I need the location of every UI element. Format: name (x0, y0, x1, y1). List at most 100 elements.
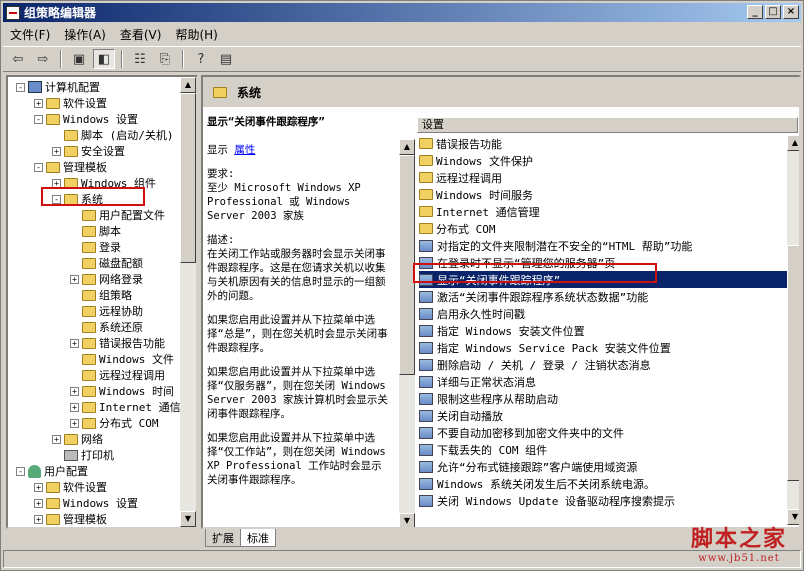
tree-node[interactable]: 打印机 (52, 447, 114, 463)
list-item[interactable]: 限制这些程序从帮助启动 (419, 390, 789, 407)
list-scrollbar[interactable]: ▲ ▼ (787, 135, 799, 525)
expand-icon[interactable]: + (34, 482, 43, 492)
tree-node[interactable]: 组策略 (70, 287, 132, 303)
expand-icon[interactable]: + (52, 178, 61, 188)
expand-icon[interactable]: + (70, 274, 79, 284)
tree-node[interactable]: - 用户配置 (16, 463, 88, 479)
list-item[interactable]: 显示“关闭事件跟踪程序” (419, 271, 789, 288)
tree-node[interactable]: 系统还原 (70, 319, 143, 335)
scroll-thumb[interactable] (399, 155, 415, 375)
tree-node[interactable]: + 软件设置 (34, 479, 107, 495)
export-list-icon[interactable]: ⎘ (154, 49, 176, 69)
show-hide-tree-icon[interactable]: ◧ (93, 49, 115, 69)
tree-node[interactable]: + 软件设置 (34, 95, 107, 111)
forward-icon[interactable]: ⇨ (32, 49, 54, 69)
scroll-thumb[interactable] (180, 93, 196, 263)
list-item[interactable]: 在登录时不显示“管理您的服务器”页 (419, 254, 789, 271)
scroll-up-icon[interactable]: ▲ (399, 139, 415, 155)
list-item[interactable]: Windows 文件保护 (419, 152, 789, 169)
tab-standard[interactable]: 标准 (240, 529, 276, 547)
tree-scrollbar[interactable]: ▲ ▼ (180, 77, 196, 527)
maximize-button[interactable]: □ (765, 5, 781, 19)
minimize-button[interactable]: _ (747, 5, 763, 19)
expand-icon[interactable]: + (70, 418, 79, 428)
list-item[interactable]: Windows 时间服务 (419, 186, 789, 203)
console-icon[interactable]: ▤ (215, 49, 237, 69)
list-item[interactable]: 启用永久性时间戳 (419, 305, 789, 322)
collapse-icon[interactable]: - (16, 82, 25, 92)
tree-node[interactable]: Windows 文件 (70, 351, 174, 367)
menu-action[interactable]: 操作(A) (57, 26, 113, 43)
tree-node[interactable]: - 系统 (52, 191, 103, 207)
scroll-up-icon[interactable]: ▲ (180, 77, 196, 93)
list-item[interactable]: 对指定的文件夹限制潜在不安全的“HTML 帮助”功能 (419, 237, 789, 254)
list-item[interactable]: 下载丢失的 COM 组件 (419, 441, 789, 458)
close-button[interactable]: × (783, 5, 799, 19)
menu-help[interactable]: 帮助(H) (168, 26, 224, 43)
scroll-down-icon[interactable]: ▼ (399, 513, 415, 527)
list-item[interactable]: 激活“关闭事件跟踪程序系统状态数据”功能 (419, 288, 789, 305)
scroll-down-icon[interactable]: ▼ (787, 509, 799, 525)
list-item[interactable]: 关闭 Windows Update 设备驱动程序搜索提示 (419, 492, 789, 509)
collapse-icon[interactable]: - (52, 194, 61, 204)
list-item[interactable]: 分布式 COM (419, 220, 789, 237)
tree-node[interactable]: + 管理模板 (34, 511, 107, 527)
expand-icon[interactable]: + (34, 514, 43, 524)
menu-file[interactable]: 文件(F) (3, 26, 57, 43)
tree-node[interactable]: + Windows 时间 (70, 383, 174, 399)
up-folder-icon[interactable]: ▣ (68, 49, 90, 69)
expand-icon[interactable]: + (70, 402, 79, 412)
list-item[interactable]: Windows 系统关闭发生后不关闭系统电源。 (419, 475, 789, 492)
tree-node[interactable]: - 计算机配置 (16, 79, 100, 95)
tab-extended[interactable]: 扩展 (205, 529, 241, 547)
tree-node[interactable]: + Windows 设置 (34, 495, 138, 511)
tree-node[interactable]: 远程过程调用 (70, 367, 165, 383)
list-item[interactable]: Internet 通信管理 (419, 203, 789, 220)
collapse-icon[interactable]: - (34, 162, 43, 172)
expand-icon[interactable]: + (52, 146, 61, 156)
tree-node[interactable]: - Windows 设置 (34, 111, 138, 127)
tree-node[interactable]: 脚本 (70, 223, 121, 239)
tree-node[interactable]: + 错误报告功能 (70, 335, 165, 351)
scroll-down-icon[interactable]: ▼ (180, 511, 196, 527)
tree-node[interactable]: + Windows 组件 (52, 175, 156, 191)
tree-node[interactable]: 登录 (70, 239, 121, 255)
list-item[interactable]: 关闭自动播放 (419, 407, 789, 424)
collapse-icon[interactable]: - (34, 114, 43, 124)
tree-node[interactable]: + 分布式 COM (70, 415, 159, 431)
scroll-up-icon[interactable]: ▲ (787, 135, 799, 151)
expand-icon[interactable]: + (52, 434, 61, 444)
list-item[interactable]: 错误报告功能 (419, 135, 789, 152)
list-item[interactable]: 指定 Windows Service Pack 安装文件位置 (419, 339, 789, 356)
expand-icon[interactable]: + (34, 498, 43, 508)
expand-icon[interactable]: + (34, 98, 43, 108)
list-item[interactable]: 允许“分布式链接跟踪”客户端使用域资源 (419, 458, 789, 475)
tree-node[interactable]: 脚本 (启动/关机) (52, 127, 174, 143)
tree-node[interactable]: 用户配置文件 (70, 207, 165, 223)
properties-icon[interactable]: ☷ (129, 49, 151, 69)
expand-icon[interactable]: + (70, 338, 79, 348)
help-icon[interactable]: ? (190, 49, 212, 69)
tree-node[interactable]: 远程协助 (70, 303, 143, 319)
list-item[interactable]: 不要自动加密移到加密文件夹中的文件 (419, 424, 789, 441)
list-item[interactable]: 远程过程调用 (419, 169, 789, 186)
properties-link[interactable]: 属性 (234, 144, 255, 156)
list-item[interactable]: 详细与正常状态消息 (419, 373, 789, 390)
menu-view[interactable]: 查看(V) (113, 26, 169, 43)
scroll-thumb[interactable] (787, 245, 799, 481)
tree-node[interactable]: + 网络登录 (70, 271, 143, 287)
collapse-icon[interactable]: - (16, 466, 25, 476)
tree-node[interactable]: + 网络 (52, 431, 103, 447)
expand-icon[interactable]: + (70, 386, 79, 396)
tree-node[interactable]: + 安全设置 (52, 143, 125, 159)
folder-icon (82, 257, 96, 269)
description-scrollbar[interactable]: ▲ ▼ (399, 139, 415, 527)
list-item[interactable]: 指定 Windows 安装文件位置 (419, 322, 789, 339)
tree-node[interactable]: + Internet 通信 (70, 399, 181, 415)
list-item[interactable]: 删除启动 / 关机 / 登录 / 注销状态消息 (419, 356, 789, 373)
tree-node-label: 软件设置 (63, 481, 107, 494)
back-icon[interactable]: ⇦ (7, 49, 29, 69)
tree-node[interactable]: 磁盘配额 (70, 255, 143, 271)
list-column-header[interactable]: 设置 (417, 117, 798, 133)
tree-node[interactable]: - 管理模板 (34, 159, 107, 175)
